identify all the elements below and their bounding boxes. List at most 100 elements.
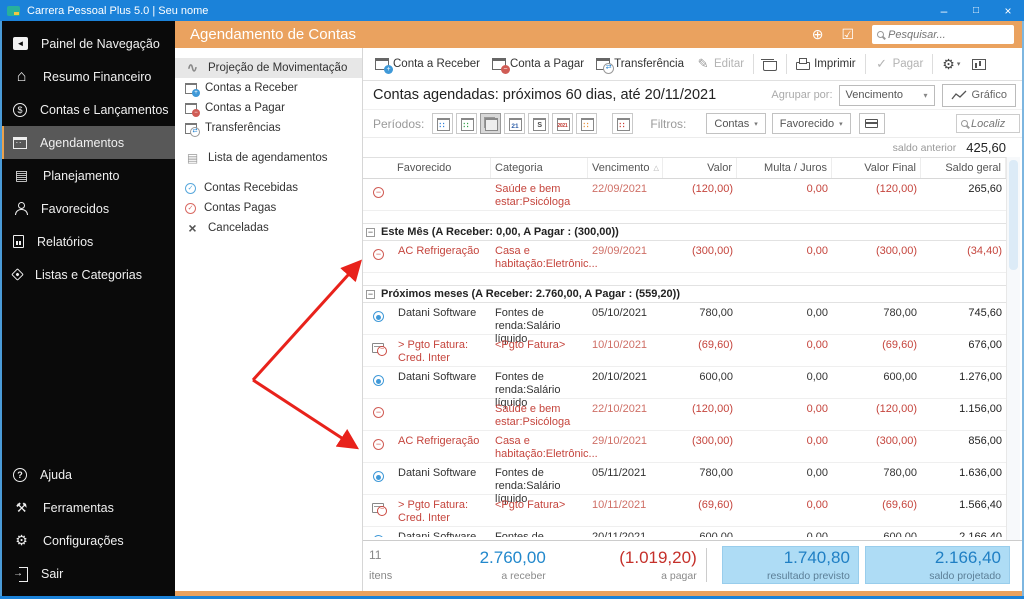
- add-icon[interactable]: ⊕: [812, 26, 824, 43]
- card-filter-button[interactable]: [858, 113, 885, 134]
- section-sidebar-item[interactable]: Contas a Pagar: [175, 98, 362, 118]
- nav-item[interactable]: Agendamentos: [0, 126, 175, 159]
- window-control-button[interactable]: –: [928, 0, 960, 21]
- cell-valor-final: 780,00: [883, 307, 917, 319]
- section-item-icon: ✓: [185, 202, 196, 214]
- group-by-select[interactable]: Vencimento: [838, 84, 935, 106]
- nav-item[interactable]: ⌂ Resumo Financeiro: [0, 60, 175, 93]
- table-row[interactable]: [363, 273, 1006, 285]
- table-row[interactable]: Saúde e bem estar:Psicóloga 22/10/2021 (…: [363, 399, 1006, 431]
- locate-search[interactable]: [956, 114, 1020, 133]
- table-row[interactable]: Este Mês (A Receber: 0,00, A Pagar : (30…: [363, 223, 1006, 241]
- group-expander-icon[interactable]: [366, 227, 375, 237]
- toolbar-button[interactable]: ✎ Editar: [690, 48, 750, 80]
- global-search[interactable]: [872, 25, 1014, 44]
- table-row[interactable]: > Pgto Fatura: Cred. Inter <Pgto Fatura>…: [363, 495, 1006, 527]
- column-header-favorecido[interactable]: Favorecido: [393, 158, 491, 178]
- nav-item[interactable]: Relatórios: [0, 225, 175, 258]
- period-filter-button[interactable]: [612, 113, 634, 134]
- table-row[interactable]: Datani Software Fontes de renda:Salário …: [363, 303, 1006, 345]
- nav-item[interactable]: $ Contas e Lançamentos: [0, 93, 175, 126]
- period-filter-button[interactable]: [480, 113, 502, 134]
- period-filter-button[interactable]: [576, 113, 598, 134]
- table-row[interactable]: Saúde e bem estar:Psicóloga 22/09/2021 (…: [363, 179, 1006, 211]
- credit-card-icon: [865, 119, 879, 128]
- locate-search-input[interactable]: [971, 117, 1015, 130]
- table-row[interactable]: AC Refrigeração Casa e habitação:Eletrôn…: [363, 241, 1006, 273]
- previous-balance-label: saldo anterior: [892, 141, 957, 154]
- toolbar-button[interactable]: Transferência: [590, 48, 690, 80]
- period-filter-button[interactable]: [552, 113, 574, 134]
- section-item-label: Contas Recebidas: [204, 182, 298, 194]
- period-filter-button[interactable]: [456, 113, 478, 134]
- toolbar-button[interactable]: [932, 54, 934, 74]
- section-item-label: Transferências: [205, 122, 281, 134]
- section-sidebar-item[interactable]: Contas a Receber: [175, 78, 362, 98]
- toolbar-button[interactable]: Imprimir: [790, 48, 862, 80]
- period-filter-button[interactable]: [432, 113, 454, 134]
- period-filter-button[interactable]: [528, 113, 550, 134]
- column-header-multa-juros[interactable]: Multa / Juros: [737, 158, 832, 178]
- window-control-button[interactable]: ×: [992, 0, 1024, 21]
- nav-item[interactable]: Listas e Categorias: [0, 258, 175, 291]
- table-row[interactable]: Datani Software Fontes de renda:Salário …: [363, 367, 1006, 409]
- table-row[interactable]: [363, 211, 1006, 223]
- nav-footer-item[interactable]: ? Ajuda: [0, 458, 175, 491]
- section-sidebar-item[interactable]: ∿ Projeção de Movimentação: [175, 58, 362, 78]
- receivable-label: a receber: [501, 570, 546, 582]
- cell-valor: 780,00: [699, 467, 733, 479]
- table-row[interactable]: Datani Software Fontes de renda:Salário …: [363, 463, 1006, 505]
- filter-dropdown[interactable]: Contas: [706, 113, 766, 134]
- cell-valor: (300,00): [692, 245, 733, 257]
- toolbar-button[interactable]: [966, 48, 992, 80]
- cell-favorecido: Datani Software: [398, 371, 477, 383]
- window-control-button[interactable]: □: [960, 0, 992, 21]
- column-header-vencimento[interactable]: Vencimento: [588, 158, 663, 178]
- column-header-saldo-geral[interactable]: Saldo geral: [921, 158, 1006, 178]
- nav-footer-item[interactable]: ⚙ Configurações: [0, 524, 175, 557]
- table-row[interactable]: AC Refrigeração Casa e habitação:Eletrôn…: [363, 431, 1006, 463]
- section-sidebar-item[interactable]: ▤ Lista de agendamentos: [175, 148, 362, 168]
- nav-footer-item[interactable]: → Sair: [0, 557, 175, 590]
- cell-saldo-geral: 1.156,00: [959, 403, 1002, 415]
- group-expander-icon[interactable]: [366, 289, 375, 299]
- table-row[interactable]: > Pgto Fatura: Cred. Inter <Pgto Fatura>…: [363, 335, 1006, 367]
- nav-item[interactable]: ◄ Painel de Navegação: [0, 27, 175, 60]
- summary-forecast: 1.740,80 resultado previsto: [721, 546, 859, 584]
- chart-button[interactable]: Gráfico: [941, 83, 1016, 107]
- section-sidebar-item[interactable]: Transferências: [175, 118, 362, 138]
- section-sidebar-item[interactable]: ✓ Contas Pagas: [175, 198, 362, 218]
- column-header-valor[interactable]: Valor: [663, 158, 737, 178]
- nav-item[interactable]: ▤ Planejamento: [0, 159, 175, 192]
- table-row[interactable]: Próximos meses (A Receber: 2.760,00, A P…: [363, 285, 1006, 303]
- column-header-categoria[interactable]: Categoria: [491, 158, 588, 178]
- toolbar-button[interactable]: ✓ Pagar: [869, 48, 930, 80]
- table-row[interactable]: Datani Software Fontes de renda:Salário …: [363, 527, 1006, 537]
- toolbar-button[interactable]: [864, 54, 866, 74]
- toolbar-button[interactable]: Conta a Pagar: [486, 48, 590, 80]
- column-header-valor-final[interactable]: Valor Final: [832, 158, 921, 178]
- period-filter-button[interactable]: [504, 113, 526, 134]
- receivable-value: 2.760,00: [479, 548, 546, 567]
- forecast-value: 1.740,80: [783, 548, 850, 567]
- toolbar-button[interactable]: ⚙: [936, 48, 966, 80]
- cell-valor-final: (120,00): [876, 183, 917, 195]
- toolbar-button[interactable]: [786, 54, 788, 74]
- cell-vencimento: 10/11/2021: [592, 499, 647, 511]
- nav-item-icon: [13, 136, 27, 149]
- global-search-input[interactable]: [888, 28, 1009, 41]
- tasks-icon[interactable]: ☑: [841, 26, 854, 43]
- nav-item[interactable]: Favorecidos: [0, 192, 175, 225]
- section-sidebar-item[interactable]: ✓ Contas Recebidas: [175, 178, 362, 198]
- toolbar-button[interactable]: Conta a Receber: [369, 48, 486, 80]
- items-count-value: 11: [369, 548, 382, 562]
- section-sidebar-item[interactable]: × Canceladas: [175, 218, 362, 238]
- toolbar-button[interactable]: [753, 54, 755, 74]
- summary-bar: 11 itens 2.760,00 a receber (1.019,20) a…: [363, 540, 1024, 591]
- nav-footer-item[interactable]: ⚒ Ferramentas: [0, 491, 175, 524]
- nav-item-label: Resumo Financeiro: [43, 69, 152, 84]
- payable-label: a pagar: [661, 570, 697, 582]
- filter-dropdown[interactable]: Favorecido: [771, 113, 851, 134]
- toolbar-button[interactable]: [757, 48, 783, 80]
- vertical-scrollbar[interactable]: [1006, 157, 1020, 540]
